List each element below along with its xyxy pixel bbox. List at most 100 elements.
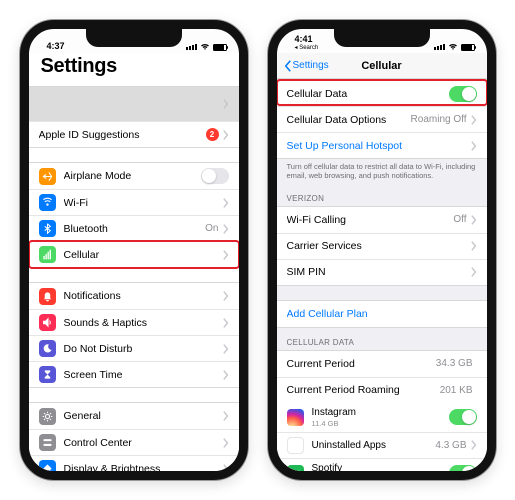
app-instagram-row[interactable]: Instagram11.4 GB (277, 403, 487, 432)
status-time: 4:37 (47, 42, 65, 51)
chevron-icon (471, 267, 477, 277)
chevron-icon (223, 130, 229, 140)
chevron-icon (223, 411, 229, 421)
cellular-data-row[interactable]: Cellular Data (277, 80, 487, 106)
sounds-row[interactable]: Sounds & Haptics (29, 309, 239, 335)
airplane-icon (39, 168, 56, 185)
screentime-row[interactable]: Screen Time (29, 361, 239, 387)
wifi-calling-row[interactable]: Wi-Fi Calling Off (277, 207, 487, 233)
notification-badge: 2 (206, 128, 219, 141)
chevron-icon (471, 215, 477, 225)
airplane-row[interactable]: Airplane Mode (29, 163, 239, 189)
phone-settings: 4:37 Settings Apple ID Suggestions 2 (20, 20, 248, 480)
chevron-icon (223, 370, 229, 380)
breadcrumb[interactable]: ◂ Search (295, 45, 319, 51)
cellular-content[interactable]: Cellular Data Cellular Data Options Roam… (277, 79, 487, 471)
general-row[interactable]: General (29, 403, 239, 429)
spotify-toggle[interactable] (449, 465, 477, 471)
status-time: 4:41 (295, 35, 319, 44)
settings-content[interactable]: Settings Apple ID Suggestions 2 Airplane… (29, 53, 239, 471)
sim-pin-row[interactable]: SIM PIN (277, 259, 487, 285)
controlcenter-row[interactable]: Control Center (29, 429, 239, 455)
chevron-icon (471, 141, 477, 151)
chevron-icon (223, 99, 229, 109)
options-detail: Roaming Off (411, 114, 467, 125)
bluetooth-row[interactable]: BluetoothOn (29, 215, 239, 241)
cellular-icon (39, 246, 56, 263)
spotify-icon (287, 465, 304, 471)
app-spotify-row[interactable]: Spotify3.6 GB (277, 458, 487, 471)
chevron-icon (223, 198, 229, 208)
signal-icon (186, 44, 197, 50)
profile-row[interactable] (29, 87, 239, 121)
chevron-icon (471, 115, 477, 125)
uninstalled-icon (287, 437, 304, 454)
instagram-icon (287, 409, 304, 426)
row-label: Control Center (64, 437, 223, 449)
cellular-options-row[interactable]: Cellular Data Options Roaming Off (277, 106, 487, 132)
dnd-row[interactable]: Do Not Disturb (29, 335, 239, 361)
moon-icon (39, 340, 56, 357)
hotspot-label: Set Up Personal Hotspot (287, 140, 471, 152)
row-label: Do Not Disturb (64, 343, 223, 355)
row-label: Wi-Fi (64, 197, 223, 209)
roaming-row: Current Period Roaming 201 KB (277, 377, 487, 403)
wifi-row[interactable]: Wi-Fi (29, 189, 239, 215)
gear-icon (39, 408, 56, 425)
apple-id-label: Apple ID Suggestions (39, 129, 206, 141)
bluetooth-icon (39, 220, 56, 237)
switches-icon (39, 434, 56, 451)
data-header: CELLULAR DATA (277, 328, 487, 350)
chevron-icon (223, 344, 229, 354)
hourglass-icon (39, 366, 56, 383)
battery-icon (461, 44, 475, 51)
row-label: Bluetooth (64, 223, 206, 235)
wifi-icon (200, 43, 210, 51)
chevron-icon (223, 464, 229, 472)
carrier-header: VERIZON (277, 184, 487, 206)
hotspot-row[interactable]: Set Up Personal Hotspot (277, 132, 487, 158)
cellular-row[interactable]: Cellular (29, 241, 239, 267)
row-label: Airplane Mode (64, 170, 201, 182)
bell-icon (39, 288, 56, 305)
airplane-toggle[interactable] (201, 168, 229, 184)
chevron-icon (223, 291, 229, 301)
wifi-icon (448, 43, 458, 51)
chevron-icon (223, 438, 229, 448)
chevron-icon (471, 241, 477, 251)
cellular-data-toggle[interactable] (449, 86, 477, 102)
chevron-icon (223, 318, 229, 328)
signal-icon (434, 44, 445, 50)
chevron-icon (471, 440, 477, 450)
page-title: Settings (41, 55, 227, 78)
row-detail: On (205, 223, 218, 234)
phone-cellular: 4:41 ◂ Search Settings Cellular Cellular… (268, 20, 496, 480)
apple-id-suggestions-row[interactable]: Apple ID Suggestions 2 (29, 121, 239, 147)
screen-cellular: 4:41 ◂ Search Settings Cellular Cellular… (277, 29, 487, 471)
row-label: Cellular (64, 249, 223, 261)
notch (86, 29, 182, 47)
app-uninstalled-row[interactable]: Uninstalled Apps4.3 GB (277, 432, 487, 458)
row-label: Screen Time (64, 369, 223, 381)
row-label: Display & Brightness (64, 463, 223, 472)
current-period-row: Current Period 34.3 GB (277, 351, 487, 377)
screen-settings: 4:37 Settings Apple ID Suggestions 2 (29, 29, 239, 471)
options-label: Cellular Data Options (287, 114, 411, 126)
add-plan-row[interactable]: Add Cellular Plan (277, 301, 487, 327)
row-label: General (64, 410, 223, 422)
chevron-icon (223, 250, 229, 260)
cellular-footer: Turn off cellular data to restrict all d… (277, 159, 487, 184)
carrier-services-row[interactable]: Carrier Services (277, 233, 487, 259)
display-row[interactable]: Display & Brightness (29, 455, 239, 471)
nav-title: Cellular (277, 60, 487, 72)
row-label: Sounds & Haptics (64, 317, 223, 329)
notch (334, 29, 430, 47)
sound-icon (39, 314, 56, 331)
instagram-toggle[interactable] (449, 409, 477, 425)
wifi-icon (39, 194, 56, 211)
display-icon (39, 460, 56, 471)
navbar: Settings Cellular (277, 53, 487, 79)
notifications-row[interactable]: Notifications (29, 283, 239, 309)
cellular-data-label: Cellular Data (287, 88, 449, 100)
battery-icon (213, 44, 227, 51)
